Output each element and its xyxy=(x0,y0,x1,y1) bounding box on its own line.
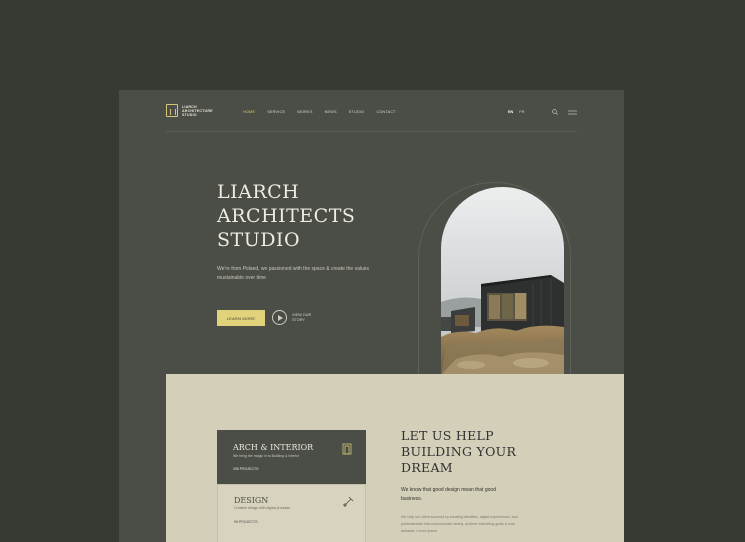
help-body-text: We help our client succeed by creating i… xyxy=(401,515,518,533)
lang-en[interactable]: EN xyxy=(508,110,513,114)
service-card-arch-interior[interactable]: ARCH & INTERIOR We bring the magic in to… xyxy=(217,430,366,484)
main-nav: HOME SERVICE WORKS NEWS STUDIO CONTACT xyxy=(243,110,396,114)
help-title-line: BUILDING YOUR xyxy=(401,444,517,459)
logo-line: STUDIO xyxy=(182,112,197,117)
nav-item-works[interactable]: WORKS xyxy=(297,110,312,114)
language-switcher: EN FR xyxy=(508,110,524,114)
lang-fr[interactable]: FR xyxy=(519,110,524,114)
services-section: ARCH & INTERIOR We bring the magic in to… xyxy=(166,374,624,542)
nav-item-service[interactable]: SERVICE xyxy=(267,110,285,114)
service-description: Creative design with digital products xyxy=(234,506,291,510)
service-title: ARCH & INTERIOR xyxy=(233,443,314,452)
nav-item-studio[interactable]: STUDIO xyxy=(349,110,365,114)
service-title: DESIGN xyxy=(234,496,269,505)
logo[interactable]: LIARCH ARCHITECTURE STUDIO xyxy=(166,104,222,117)
logo-text: LIARCH ARCHITECTURE STUDIO xyxy=(182,105,222,117)
hero-subtitle: We're from Poland, we passioned with the… xyxy=(217,266,370,281)
search-icon[interactable] xyxy=(552,109,558,115)
service-project-count: 95 PROJECTS xyxy=(234,520,258,524)
nav-item-news[interactable]: NEWS xyxy=(325,110,337,114)
help-title-line: LET US HELP xyxy=(401,428,494,443)
learn-more-button[interactable]: LEARN MORE xyxy=(217,310,265,326)
hamburger-menu-icon[interactable] xyxy=(568,110,577,115)
play-icon[interactable] xyxy=(272,310,287,325)
help-title-line: DREAM xyxy=(401,460,453,475)
nav-item-home[interactable]: HOME xyxy=(243,110,255,114)
view-story-link[interactable]: VIEW OUR STORY xyxy=(292,313,320,323)
hero-title-line: LIARCH xyxy=(217,181,300,203)
service-description: We bring the magic in to Building & Inte… xyxy=(233,454,300,458)
service-project-count: 205 PROJECTS xyxy=(233,467,259,471)
door-icon xyxy=(342,443,352,455)
website-preview: LIARCH ARCHITECTURE STUDIO HOME SERVICE … xyxy=(119,90,624,542)
service-card-design[interactable]: DESIGN Creative design with digital prod… xyxy=(217,484,366,542)
compass-icon xyxy=(343,496,354,507)
nav-item-contact[interactable]: CONTACT xyxy=(376,110,395,114)
hero-building-photo xyxy=(441,187,564,375)
header-divider xyxy=(166,131,577,132)
hero-title-line: ARCHITECTS xyxy=(217,205,356,227)
help-title: LET US HELP BUILDING YOUR DREAM xyxy=(401,428,516,476)
logo-mark-icon xyxy=(166,104,178,117)
hero-title: LIARCH ARCHITECTS STUDIO xyxy=(217,180,355,252)
help-lead-text: We know that good design mean that good … xyxy=(401,487,496,502)
hero-title-line: STUDIO xyxy=(217,229,301,251)
